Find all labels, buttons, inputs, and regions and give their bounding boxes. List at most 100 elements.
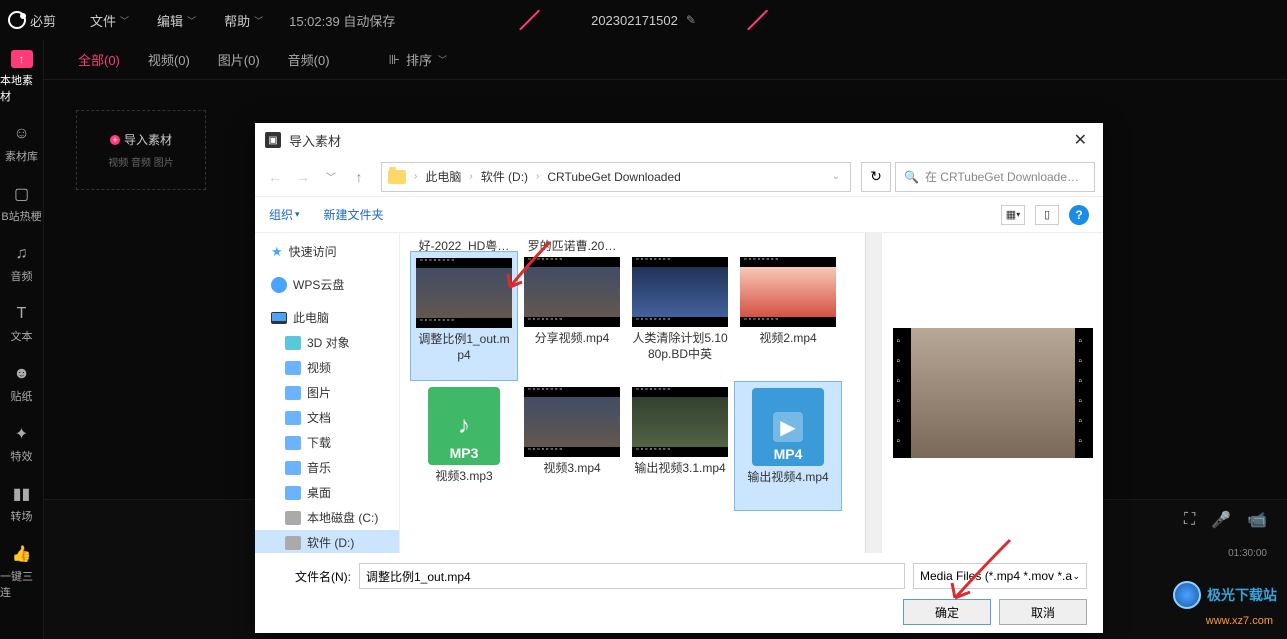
file-item[interactable]: 调整比例1_out.mp4 — [410, 251, 518, 381]
import-subtitle: 视频 音频 图片 — [108, 154, 174, 169]
search-icon: 🔍 — [904, 170, 919, 184]
chevron-right-icon: › — [536, 171, 539, 182]
folder-icon — [388, 170, 406, 184]
smile-icon: ☺ — [12, 124, 32, 144]
accent-line-icon — [747, 9, 768, 30]
plus-icon: + — [110, 135, 120, 145]
file-item[interactable]: 输出视频3.1.mp4 — [626, 381, 734, 511]
asset-tabs: 全部(0) 视频(0) 图片(0) 音频(0) ⊪排序﹀ — [44, 40, 1287, 80]
sidebar-item-sticker[interactable]: ☻贴纸 — [0, 354, 43, 414]
import-asset-box[interactable]: +导入素材 视频 音频 图片 — [76, 110, 206, 190]
refresh-button[interactable]: ↻ — [861, 162, 891, 192]
chevron-down-icon[interactable]: ⌄ — [832, 171, 840, 182]
file-open-dialog: ▣ 导入素材 ✕ ← → ﹀ ↑ › 此电脑 › 软件 (D:) › CRTub… — [255, 123, 1103, 633]
ok-button[interactable]: 确定 — [903, 599, 991, 625]
nav-forward-button[interactable]: → — [291, 165, 315, 189]
file-name-partial[interactable]: 好-2022_HD粤… — [410, 237, 518, 251]
dialog-toolbar: 组织 ▾ 新建文件夹 ▦ ▾ ▯ ? — [255, 197, 1103, 233]
search-input[interactable]: 🔍 在 CRTubeGet Downloade… — [895, 162, 1095, 192]
preview-pane-button[interactable]: ▯ — [1035, 205, 1059, 225]
sidebar-item-transition[interactable]: ▮▮转场 — [0, 474, 43, 534]
sidebar-item-bstation[interactable]: ▢B站热梗 — [0, 174, 43, 234]
disk-icon — [285, 536, 301, 550]
file-item[interactable]: 视频3.mp4 — [518, 381, 626, 511]
tree-videos[interactable]: 视频 — [255, 355, 399, 380]
file-item[interactable]: 人类清除计划5.1080p.BD中英 — [626, 251, 734, 381]
sidebar-item-text[interactable]: T文本 — [0, 294, 43, 354]
tab-audio[interactable]: 音频(0) — [274, 50, 344, 69]
folder-icon — [285, 386, 301, 400]
film-strip-icon — [893, 328, 911, 458]
text-icon: T — [12, 304, 32, 324]
menu-edit[interactable]: 编辑﹀ — [143, 11, 210, 30]
mp4-file-icon: MP4 — [752, 388, 824, 466]
menu-help[interactable]: 帮助﹀ — [210, 11, 277, 30]
chevron-down-icon[interactable]: ﹀ — [319, 165, 343, 189]
file-item[interactable]: 分享视频.mp4 — [518, 251, 626, 381]
tree-documents[interactable]: 文档 — [255, 405, 399, 430]
tree-music[interactable]: 音乐 — [255, 455, 399, 480]
file-name-partial[interactable]: 罗的匹诺曹.20… — [518, 237, 626, 251]
sort-icon: ⊪ — [389, 52, 400, 68]
tree-wps[interactable]: WPS云盘 — [255, 272, 399, 297]
file-type-select[interactable]: Media Files (*.mp4 *.mov *.a⌄ — [913, 563, 1087, 589]
tree-disk-c[interactable]: 本地磁盘 (C:) — [255, 505, 399, 530]
breadcrumb-item[interactable]: CRTubeGet Downloaded — [547, 170, 680, 184]
cloud-icon — [271, 277, 287, 293]
file-item[interactable]: MP4输出视频4.mp4 — [734, 381, 842, 511]
breadcrumb-item[interactable]: 此电脑 — [425, 168, 461, 185]
tab-image[interactable]: 图片(0) — [204, 50, 274, 69]
tab-all[interactable]: 全部(0) — [64, 50, 134, 69]
edit-icon[interactable]: ✎ — [686, 13, 696, 27]
accent-line-icon — [518, 9, 539, 30]
search-placeholder: 在 CRTubeGet Downloade… — [925, 168, 1079, 185]
newfolder-button[interactable]: 新建文件夹 — [324, 206, 384, 223]
view-mode-button[interactable]: ▦ ▾ — [1001, 205, 1025, 225]
app-name: 必剪 — [30, 11, 56, 30]
tree-3dobjects[interactable]: 3D 对象 — [255, 330, 399, 355]
sort-button[interactable]: ⊪排序﹀ — [389, 50, 447, 69]
organize-button[interactable]: 组织 ▾ — [269, 206, 300, 223]
file-item[interactable]: MP3视频3.mp3 — [410, 381, 518, 511]
tab-video[interactable]: 视频(0) — [134, 50, 204, 69]
pc-icon — [271, 312, 287, 324]
nav-up-button[interactable]: ↑ — [347, 165, 371, 189]
sidebar-item-audio[interactable]: ♫音频 — [0, 234, 43, 294]
cancel-button[interactable]: 取消 — [999, 599, 1087, 625]
fullscreen-icon[interactable]: ⛶ — [1184, 511, 1195, 529]
video-thumbnail-icon — [524, 257, 620, 327]
sidebar-item-library[interactable]: ☺素材库 — [0, 114, 43, 174]
chevron-right-icon: › — [414, 171, 417, 182]
video-thumbnail-icon — [524, 387, 620, 457]
camera-icon[interactable]: 📹 — [1247, 510, 1267, 530]
filename-input[interactable] — [359, 563, 905, 589]
tree-downloads[interactable]: 下载 — [255, 430, 399, 455]
sticker-icon: ☻ — [12, 364, 32, 384]
film-strip-icon — [1075, 328, 1093, 458]
help-icon[interactable]: ? — [1069, 205, 1089, 225]
folder-icon — [285, 361, 301, 375]
tree-thispc[interactable]: 此电脑 — [255, 305, 399, 330]
dialog-body: ★快速访问 WPS云盘 此电脑 3D 对象 视频 图片 文档 下载 音乐 桌面 … — [255, 233, 1103, 553]
tree-pictures[interactable]: 图片 — [255, 380, 399, 405]
dialog-title: 导入素材 — [289, 131, 341, 150]
file-item[interactable]: 视频2.mp4 — [734, 251, 842, 381]
music-icon: ♫ — [12, 244, 32, 264]
sidebar-item-local[interactable]: 本地素材 — [0, 40, 43, 114]
folder-icon — [285, 411, 301, 425]
nav-back-button[interactable]: ← — [263, 165, 287, 189]
mic-icon[interactable]: 🎤 — [1211, 510, 1231, 530]
tree-desktop[interactable]: 桌面 — [255, 480, 399, 505]
thumb-icon: 👍 — [12, 544, 32, 564]
sidebar-item-triple[interactable]: 👍一键三连 — [0, 534, 43, 610]
menu-file[interactable]: 文件﹀ — [76, 11, 143, 30]
address-bar[interactable]: › 此电脑 › 软件 (D:) › CRTubeGet Downloaded ⌄ — [381, 162, 851, 192]
tree-disk-d[interactable]: 软件 (D:) — [255, 530, 399, 553]
left-sidebar: 本地素材 ☺素材库 ▢B站热梗 ♫音频 T文本 ☻贴纸 ✦特效 ▮▮转场 👍一键… — [0, 40, 44, 639]
scrollbar[interactable] — [865, 233, 881, 553]
sidebar-item-effect[interactable]: ✦特效 — [0, 414, 43, 474]
tree-quick-access[interactable]: ★快速访问 — [255, 239, 399, 264]
dialog-titlebar: ▣ 导入素材 ✕ — [255, 123, 1103, 157]
close-button[interactable]: ✕ — [1068, 130, 1093, 150]
breadcrumb-item[interactable]: 软件 (D:) — [481, 168, 528, 185]
